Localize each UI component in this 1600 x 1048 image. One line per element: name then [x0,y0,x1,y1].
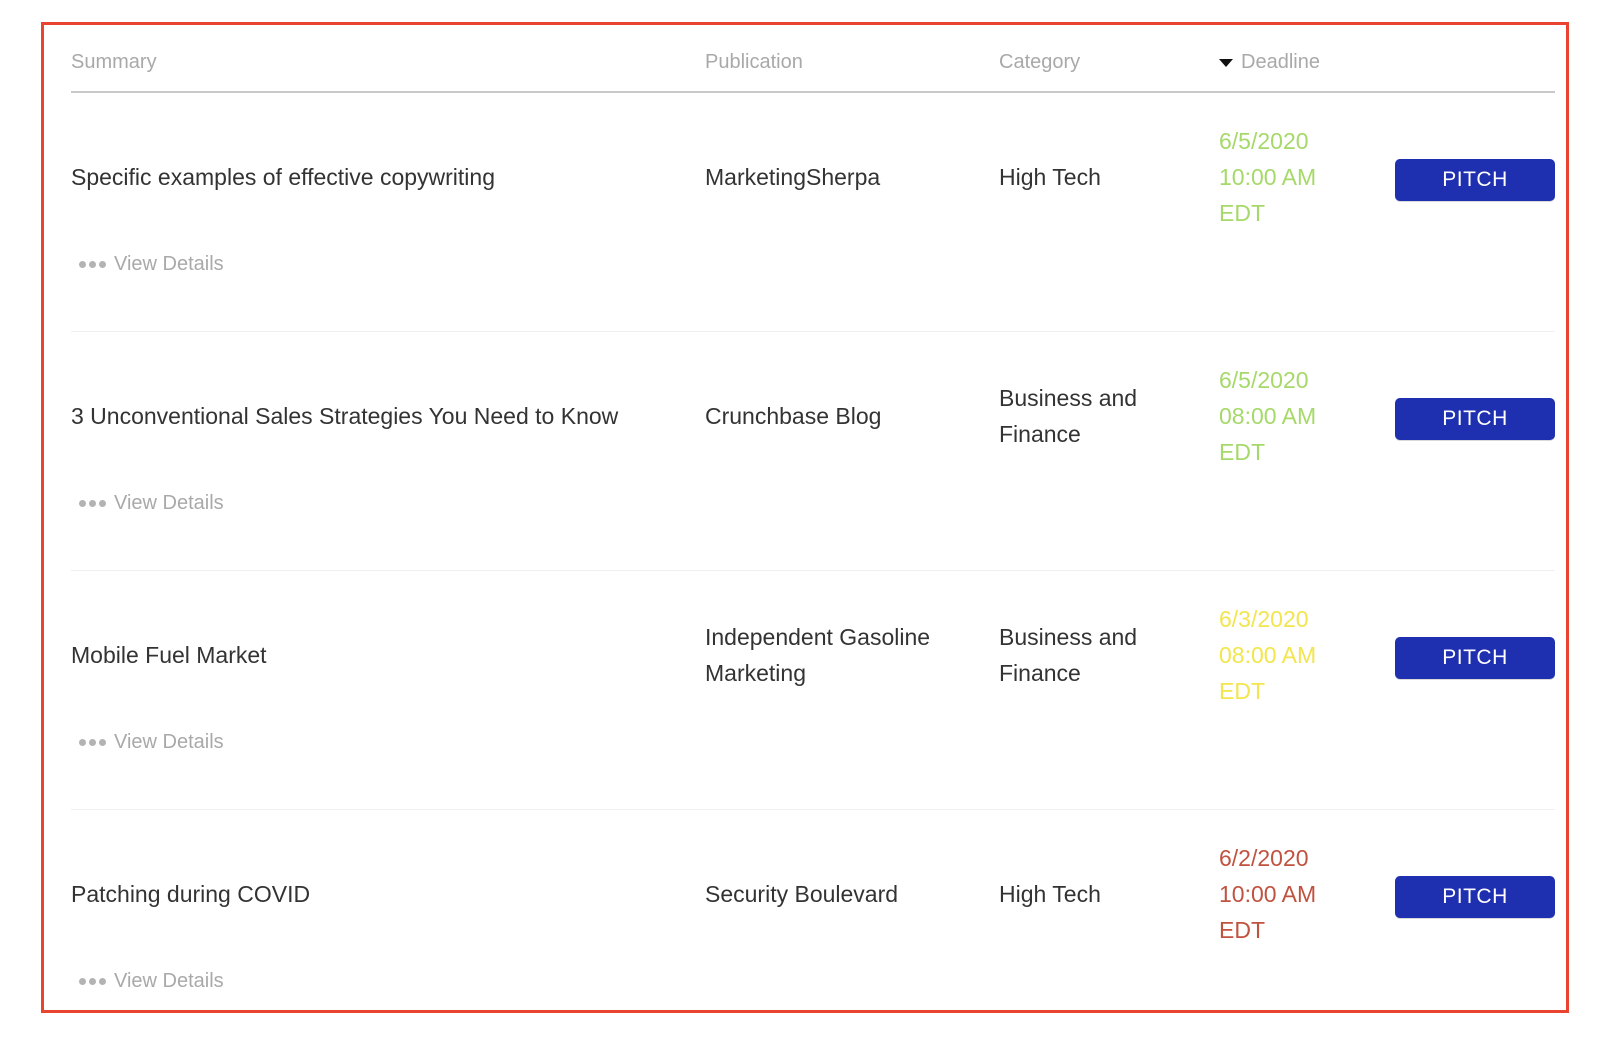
table-row: Specific examples of effective copywriti… [71,93,1555,332]
opportunities-table: Summary Publication Category Deadline Sp… [71,25,1555,1048]
row-deadline: 6/3/2020 08:00 AM EDT [1219,601,1369,709]
row-category: Business and Finance [999,624,1138,686]
pitch-button[interactable]: PITCH [1395,398,1555,440]
deadline-timezone: EDT [1219,200,1265,226]
row-deadline: 6/5/2020 08:00 AM EDT [1219,362,1369,470]
table-header: Summary Publication Category Deadline [71,25,1555,93]
table-row: Patching during COVID Security Boulevard… [71,810,1555,1048]
view-details-label: View Details [114,253,224,275]
deadline-time: 08:00 AM [1219,642,1317,668]
deadline-timezone: EDT [1219,917,1265,943]
deadline-time: 10:00 AM [1219,164,1317,190]
category-column-header[interactable]: Category [999,51,1080,74]
deadline-date: 6/2/2020 [1219,845,1309,871]
ellipsis-icon [79,978,106,985]
view-details-link[interactable]: View Details [79,492,224,515]
row-category: High Tech [999,164,1101,190]
row-category: High Tech [999,881,1101,907]
ellipsis-icon [79,739,106,746]
deadline-time: 08:00 AM [1219,403,1317,429]
deadline-date: 6/3/2020 [1219,606,1309,632]
row-publication: MarketingSherpa [705,164,881,190]
deadline-date: 6/5/2020 [1219,367,1309,393]
view-details-label: View Details [114,970,224,992]
deadline-column-header[interactable]: Deadline [1219,51,1320,74]
deadline-time: 10:00 AM [1219,881,1317,907]
row-summary: 3 Unconventional Sales Strategies You Ne… [71,403,619,429]
deadline-timezone: EDT [1219,678,1265,704]
pitch-button[interactable]: PITCH [1395,159,1555,201]
table-row: 3 Unconventional Sales Strategies You Ne… [71,332,1555,571]
caret-down-icon [1219,58,1233,67]
pitch-button[interactable]: PITCH [1395,876,1555,918]
row-publication: Independent Gasoline Marketing [705,624,931,686]
table-row: Mobile Fuel Market Independent Gasoline … [71,571,1555,810]
view-details-link[interactable]: View Details [79,731,224,754]
view-details-label: View Details [114,731,224,753]
row-publication: Crunchbase Blog [705,403,882,429]
summary-column-header[interactable]: Summary [71,51,157,74]
pitch-button[interactable]: PITCH [1395,637,1555,679]
view-details-link[interactable]: View Details [79,253,224,276]
view-details-link[interactable]: View Details [79,970,224,993]
row-deadline: 6/2/2020 10:00 AM EDT [1219,840,1369,948]
ellipsis-icon [79,261,106,268]
row-publication: Security Boulevard [705,881,899,907]
row-summary: Mobile Fuel Market [71,642,267,668]
publication-column-header[interactable]: Publication [705,51,803,74]
row-category: Business and Finance [999,385,1138,447]
deadline-timezone: EDT [1219,439,1265,465]
ellipsis-icon [79,500,106,507]
row-deadline: 6/5/2020 10:00 AM EDT [1219,123,1369,231]
deadline-header-label: Deadline [1241,51,1320,73]
deadline-date: 6/5/2020 [1219,128,1309,154]
row-summary: Patching during COVID [71,881,311,907]
row-summary: Specific examples of effective copywriti… [71,164,495,190]
pitch-opportunities-panel: Summary Publication Category Deadline Sp… [41,22,1569,1013]
view-details-label: View Details [114,492,224,514]
